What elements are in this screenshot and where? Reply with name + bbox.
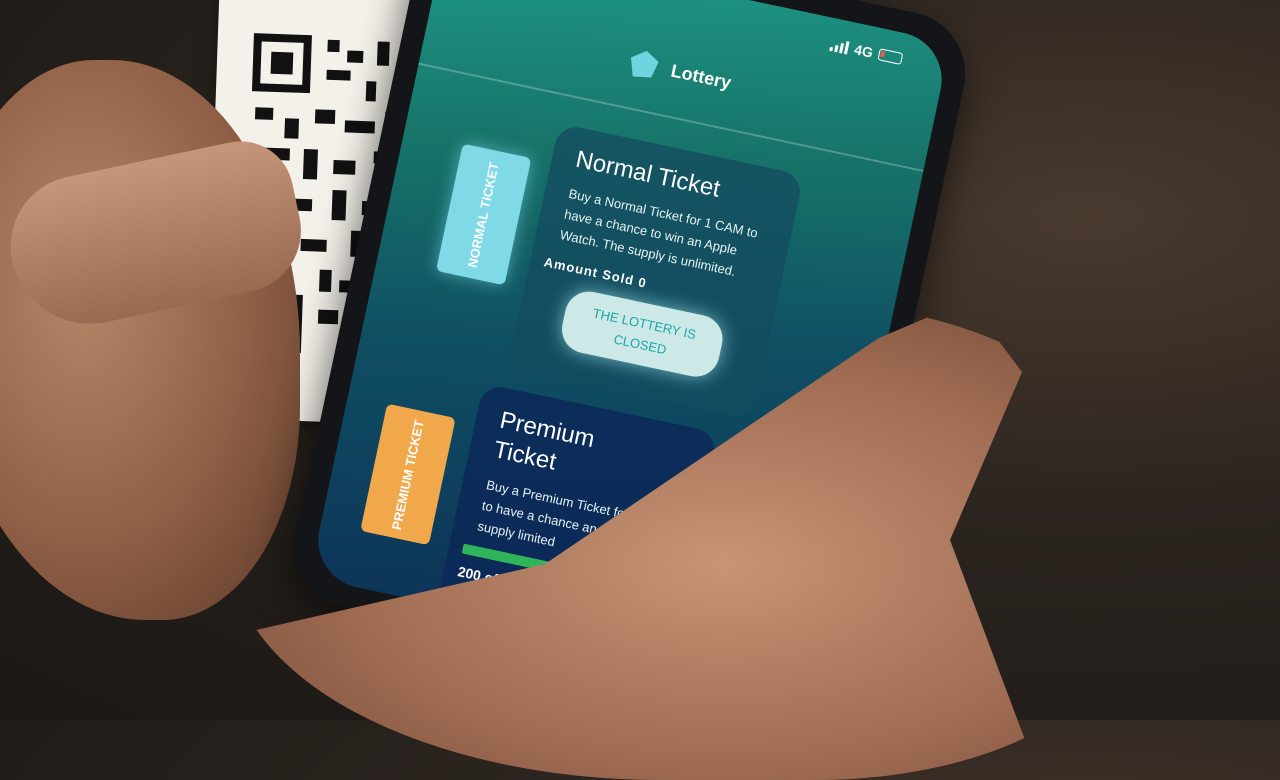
network-label: 4G — [852, 41, 875, 61]
normal-ticket-icon: NORMAL TICKET — [435, 143, 532, 286]
premium-ticket-graphic-label: PREMIUM TICKET — [388, 418, 427, 531]
normal-ticket-card: Normal Ticket Buy a Normal Ticket for 1 … — [507, 123, 804, 420]
signal-icon — [829, 38, 850, 55]
app-title: Lottery — [669, 60, 734, 93]
lottery-logo-icon — [627, 48, 660, 81]
premium-ticket-icon: PREMIUM TICKET — [360, 403, 456, 546]
app-header: Lottery — [418, 0, 943, 172]
normal-ticket-graphic-label: NORMAL TICKET — [465, 160, 503, 269]
battery-icon — [877, 48, 904, 65]
photo-scene: 4G Lottery NORMAL TICKET Normal Ticket B… — [0, 0, 1280, 780]
